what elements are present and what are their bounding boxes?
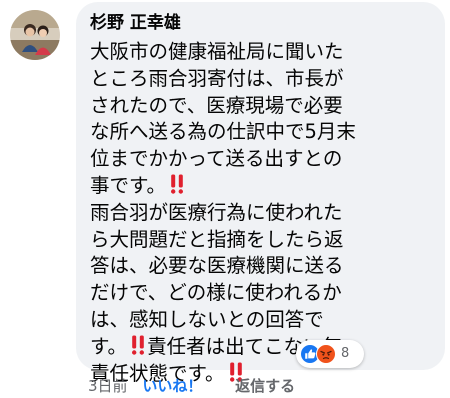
comment-actions: 3日前 いいね！ 返信する (88, 376, 295, 396)
comment-line-text: は、感知しないとの回答で (90, 307, 324, 331)
comment-thread: 杉野 正幸雄 大阪市の健康福祉局に聞いた ところ雨合羽寄付は、市長が されたので、医… (0, 0, 450, 398)
comment-line: 事です。 (90, 173, 356, 200)
comment-bubble: 杉野 正幸雄 大阪市の健康福祉局に聞いた ところ雨合羽寄付は、市長が されたので、医… (76, 2, 445, 385)
comment-author[interactable]: 杉野 正幸雄 (90, 12, 181, 34)
comment-line: 答は、必要な医療機関に送る (90, 253, 356, 280)
comment-line-text: だけで、どの様に使われるか (90, 281, 342, 305)
comment-line: は、感知しないとの回答で (90, 307, 356, 334)
reaction-count: 8 (341, 346, 350, 361)
comment-line: ところ雨合羽寄付は、市長が (90, 66, 356, 93)
avatar-photo (10, 10, 60, 60)
comment-line: な所へ送る為の仕訳中で5月末 (90, 119, 356, 146)
comment-text: 大阪市の健康福祉局に聞いた ところ雨合羽寄付は、市長が されたので、医療現場で必要な… (90, 39, 356, 387)
avatar[interactable] (10, 10, 60, 60)
comment-line-text: 事です。 (90, 173, 167, 197)
comment-line-text: されたので、医療現場で必要 (90, 93, 343, 117)
comment-line: 雨合羽が医療行為に使われた (90, 200, 356, 227)
comment-line-text: 位までかかって送る出すとの (90, 147, 343, 171)
reply-button[interactable]: 返信する (235, 376, 295, 396)
comment-line: 位までかかって送る出すとの (90, 146, 356, 173)
comment-line: されたので、医療現場で必要 (90, 93, 356, 120)
double-exclamation-icon (171, 174, 184, 194)
comment-line-text: な所へ送る為の仕訳中で5月末 (90, 120, 356, 144)
comment-line-text: す。 (90, 334, 128, 358)
timestamp-link[interactable]: 3日前 (88, 376, 128, 396)
comment-line-text: 大阪市の健康福祉局に聞いた (90, 40, 344, 63)
double-exclamation-icon (132, 335, 145, 355)
comment-line-text: ら大問題だと指摘をしたら返 (90, 227, 344, 251)
comment-line: ら大問題だと指摘をしたら返 (90, 227, 356, 254)
comment-line-text: 雨合羽が医療行為に使われた (90, 200, 343, 224)
comment-line: 大阪市の健康福祉局に聞いた (90, 39, 356, 66)
like-button[interactable]: いいね！ (142, 376, 202, 396)
reaction-summary[interactable]: 8 (296, 340, 364, 368)
angry-icon (316, 344, 336, 364)
comment-line-text: ところ雨合羽寄付は、市長が (90, 66, 344, 90)
comment-line: だけで、どの様に使われるか (90, 280, 356, 307)
comment-line-text: 答は、必要な医療機関に送る (90, 254, 344, 278)
